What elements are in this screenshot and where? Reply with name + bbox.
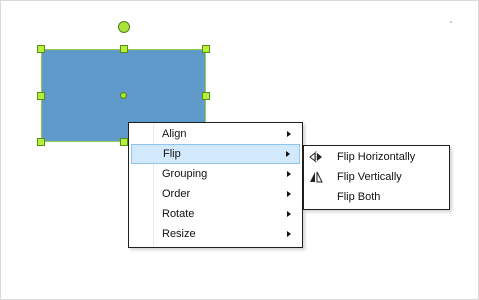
submenu-arrow-icon [287,171,291,177]
resize-handle-middle-left[interactable] [37,92,45,100]
menu-item-flip-both[interactable]: Flip Both [306,187,447,207]
menu-item-label: Rotate [162,208,195,220]
menu-item-label: Flip Vertically [337,171,402,183]
menu-item-flip[interactable]: Flip [131,144,300,164]
menu-item-flip-horizontally[interactable]: Flip Horizontally [306,147,447,167]
submenu-arrow-icon [287,231,291,237]
menu-item-label: Grouping [162,168,208,180]
menu-item-label: Align [162,128,187,140]
flip-horizontal-icon [309,151,322,163]
menu-item-resize[interactable]: Resize [131,224,300,244]
menu-item-rotate[interactable]: Rotate [131,204,300,224]
menu-item-label: Flip [163,148,181,160]
menu-item-label: Flip Horizontally [337,151,416,163]
resize-handle-top-center[interactable] [120,45,128,53]
resize-handle-top-right[interactable] [202,45,210,53]
submenu-arrow-icon [287,211,291,217]
menu-item-label: Order [162,188,191,200]
menu-item-grouping[interactable]: Grouping [131,164,300,184]
flip-submenu: Flip Horizontally Flip Vertically Flip B… [303,145,450,210]
menu-item-label: Flip Both [337,191,381,203]
resize-handle-middle-right[interactable] [202,92,210,100]
resize-handle-bottom-center[interactable] [120,138,128,146]
canvas-corner-mark [450,21,452,23]
menu-item-order[interactable]: Order [131,184,300,204]
rotate-handle[interactable] [118,21,130,33]
menu-item-align[interactable]: Align [131,124,300,144]
submenu-arrow-icon [287,131,291,137]
flip-vertical-icon [310,171,323,183]
resize-handle-top-left[interactable] [37,45,45,53]
resize-handle-bottom-left[interactable] [37,138,45,146]
menu-item-flip-vertically[interactable]: Flip Vertically [306,167,447,187]
submenu-arrow-icon [286,151,290,157]
menu-item-label: Resize [162,228,196,240]
pin-point-handle[interactable] [120,92,127,99]
context-menu: Align Flip Grouping Order Rotate Resize [128,122,303,248]
submenu-arrow-icon [287,191,291,197]
